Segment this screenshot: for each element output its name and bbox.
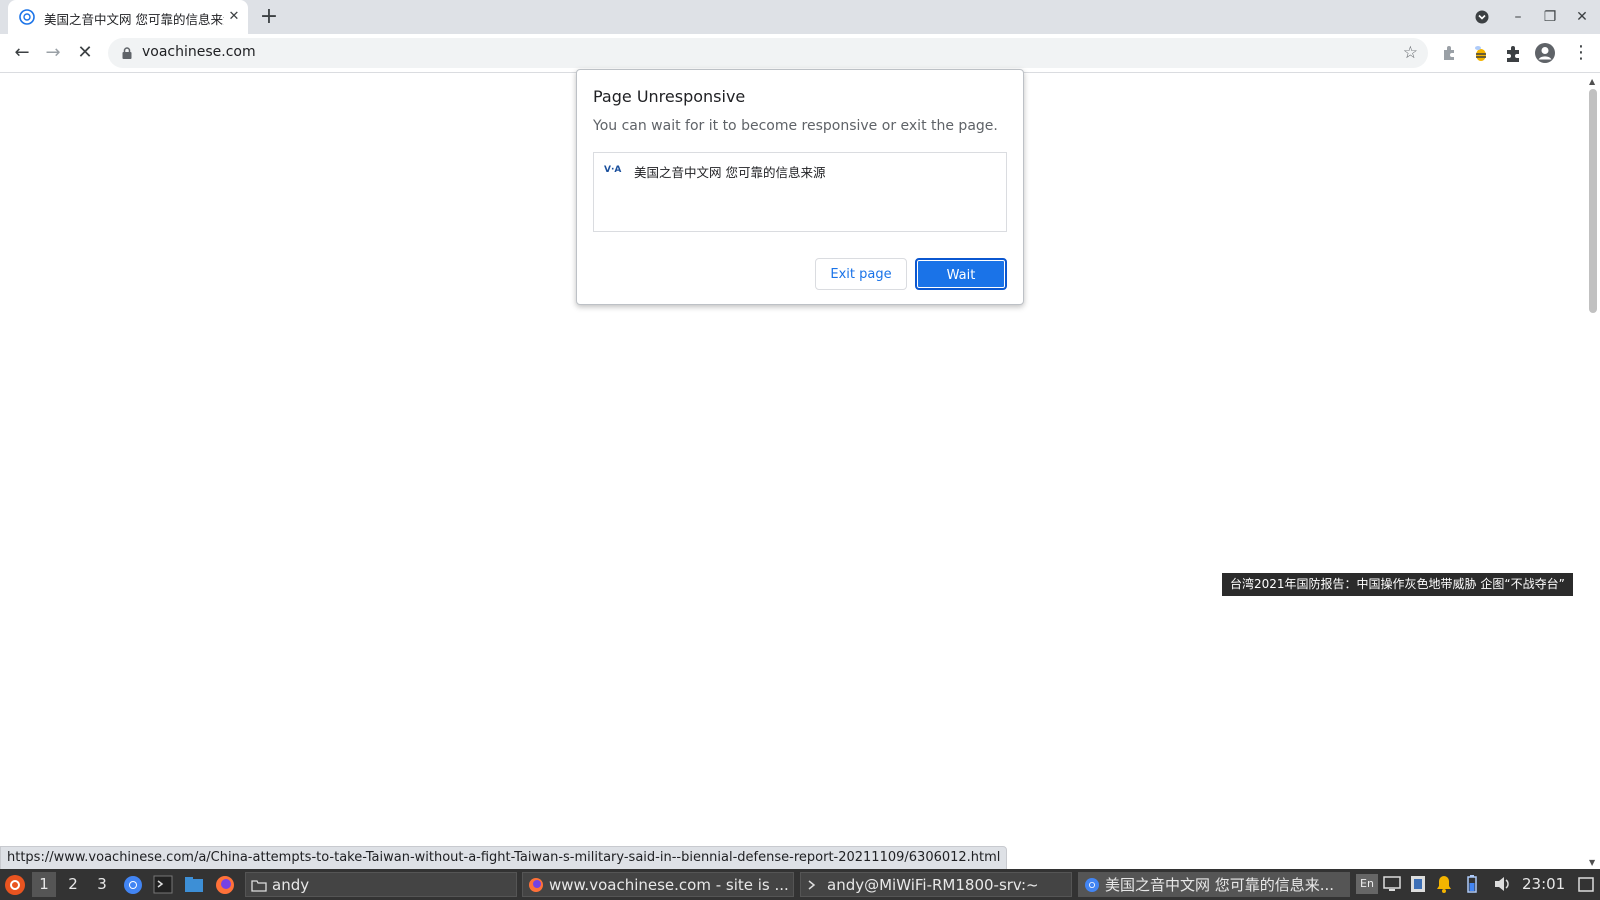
taskbar-task-terminal[interactable]: andy@MiWiFi-RM1800-srv:~	[800, 872, 1072, 897]
exit-page-button[interactable]: Exit page	[815, 258, 907, 290]
network-icon[interactable]	[1382, 874, 1402, 894]
close-window-icon[interactable]: ✕	[1572, 7, 1592, 27]
browser-menu-icon[interactable]: ⋮	[1568, 40, 1594, 66]
back-icon[interactable]: ←	[9, 40, 35, 66]
taskbar-task-chrome[interactable]: 美国之音中文网 您可靠的信息来...	[1078, 872, 1350, 897]
page-unresponsive-dialog: Page Unresponsive You can wait for it to…	[576, 69, 1024, 305]
terminal-launcher-icon[interactable]	[152, 872, 174, 897]
task-label: www.voachinese.com - site is ...	[549, 876, 789, 894]
battery-icon[interactable]	[1462, 874, 1482, 894]
scrollbar-thumb[interactable]	[1589, 89, 1597, 313]
extension-puzzle-grey-icon[interactable]	[1438, 42, 1460, 64]
task-label: andy	[272, 876, 310, 894]
show-desktop-icon[interactable]	[1576, 874, 1596, 894]
scroll-up-icon[interactable]: ▲	[1589, 77, 1595, 86]
desktop-taskbar: 1 2 3 andy www.voachinese.com - site is …	[0, 869, 1600, 900]
browser-tab-active[interactable]: 美国之音中文网 您可靠的信息来源 ✕	[8, 0, 248, 34]
extensions-puzzle-icon[interactable]	[1502, 42, 1524, 64]
task-label: 美国之音中文网 您可靠的信息来...	[1105, 876, 1335, 894]
restore-icon[interactable]: ❐	[1540, 7, 1560, 27]
extension-bee-icon[interactable]	[1470, 42, 1492, 64]
link-status-bar: https://www.voachinese.com/a/China-attem…	[0, 846, 1008, 870]
tab-close-icon[interactable]: ✕	[226, 9, 242, 25]
unresponsive-page-title: 美国之音中文网 您可靠的信息来源	[634, 165, 826, 180]
chrome-launcher-icon[interactable]	[122, 872, 144, 897]
app-menu-icon[interactable]	[4, 872, 26, 897]
clock[interactable]: 23:01	[1522, 872, 1565, 897]
stop-loading-icon[interactable]: ✕	[72, 40, 98, 66]
firefox-icon	[529, 878, 543, 892]
url-text: voachinese.com	[142, 44, 256, 60]
notification-bell-icon[interactable]	[1434, 874, 1454, 894]
terminal-icon	[808, 880, 816, 890]
dialog-title: Page Unresponsive	[593, 87, 746, 106]
page-scrollbar[interactable]: ▲ ▼	[1586, 73, 1600, 869]
workspace-3[interactable]: 3	[90, 872, 114, 897]
taskbar-task-files[interactable]: andy	[245, 872, 517, 897]
voa-logo-icon: V·A	[604, 165, 622, 175]
lock-icon	[122, 47, 132, 59]
address-bar[interactable]: voachinese.com ☆	[108, 38, 1428, 68]
workspace-1[interactable]: 1	[32, 872, 56, 897]
display-icon[interactable]	[1408, 874, 1428, 894]
voa-favicon-icon	[19, 9, 35, 25]
tab-title: 美国之音中文网 您可靠的信息来源	[44, 12, 224, 27]
firefox-launcher-icon[interactable]	[214, 872, 236, 897]
dialog-message: You can wait for it to become responsive…	[593, 118, 998, 134]
headline-tooltip: 台湾2021年国防报告：中国操作灰色地带威胁 企图“不战夺台”	[1222, 573, 1573, 596]
workspace-2[interactable]: 2	[61, 872, 85, 897]
unresponsive-page-list: V·A 美国之音中文网 您可靠的信息来源	[593, 152, 1007, 232]
files-launcher-icon[interactable]	[183, 872, 205, 897]
keyboard-layout-indicator[interactable]: En	[1356, 874, 1378, 894]
task-label: andy@MiWiFi-RM1800-srv:~	[827, 876, 1039, 894]
forward-icon[interactable]: →	[40, 40, 66, 66]
taskbar-task-firefox[interactable]: www.voachinese.com - site is ...	[522, 872, 794, 897]
folder-icon	[251, 880, 267, 892]
new-tab-button[interactable]: +	[256, 5, 282, 31]
bookmark-star-icon[interactable]: ☆	[1403, 43, 1418, 63]
volume-icon[interactable]	[1492, 874, 1512, 894]
tab-search-icon[interactable]	[1472, 7, 1492, 27]
chrome-icon	[1085, 878, 1099, 892]
profile-avatar-icon[interactable]	[1534, 42, 1556, 64]
minimize-icon[interactable]: –	[1508, 7, 1528, 27]
scroll-down-icon[interactable]: ▼	[1589, 858, 1595, 867]
tab-strip: 美国之音中文网 您可靠的信息来源 ✕ + – ❐ ✕	[0, 0, 1600, 34]
wait-button[interactable]: Wait	[915, 258, 1007, 290]
browser-toolbar: ← → ✕ voachinese.com ☆ ⋮	[0, 34, 1600, 73]
